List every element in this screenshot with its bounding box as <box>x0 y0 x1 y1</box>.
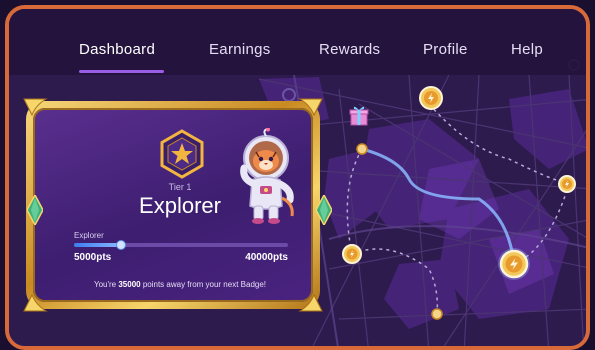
nav-help[interactable]: Help <box>511 41 543 58</box>
next-badge-message: You're 35000 points away from your next … <box>60 280 300 289</box>
progress-max-points: 40000pts <box>245 252 288 263</box>
tier-name: Explorer <box>139 193 221 218</box>
map-waypoint[interactable] <box>431 308 443 320</box>
away-points: 35000 <box>118 280 141 289</box>
nav-rewards[interactable]: Rewards <box>319 41 380 58</box>
bolt-coin-icon[interactable] <box>558 175 576 193</box>
astronaut-tiger-mascot <box>240 128 294 224</box>
nav-active-indicator <box>79 70 164 73</box>
bolt-coin-icon[interactable] <box>498 248 530 280</box>
emerald-gem-icon <box>316 195 332 225</box>
tier-label: Tier 1 <box>168 182 192 192</box>
progress-bar <box>74 240 288 250</box>
map-waypoint[interactable] <box>356 143 368 155</box>
progress-label: Explorer <box>74 231 104 240</box>
progress-fill <box>74 243 122 247</box>
away-prefix: You're <box>93 280 119 289</box>
away-suffix: points away from your next Badge! <box>140 280 267 289</box>
bolt-coin-icon[interactable] <box>419 86 443 110</box>
star-hexagon-icon <box>160 129 204 179</box>
nav-earnings[interactable]: Earnings <box>209 41 271 58</box>
top-nav: Dashboard Earnings Rewards Profile Help <box>9 9 586 75</box>
nav-dashboard[interactable]: Dashboard <box>79 41 155 58</box>
emerald-gem-icon <box>27 195 43 225</box>
progress-min-points: 5000pts <box>74 252 112 263</box>
bolt-coin-icon[interactable] <box>342 244 362 264</box>
nav-profile[interactable]: Profile <box>423 41 468 58</box>
